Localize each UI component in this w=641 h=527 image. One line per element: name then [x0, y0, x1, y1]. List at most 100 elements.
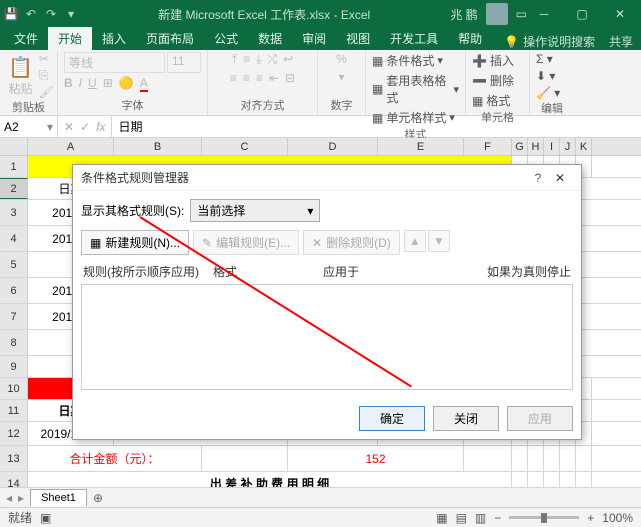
minimize-button[interactable]: ─ — [527, 3, 561, 25]
align-right-icon[interactable]: ≡ — [256, 71, 263, 85]
ok-button[interactable]: 确定 — [359, 406, 425, 431]
fx-icon[interactable]: fx — [96, 120, 105, 134]
save-icon[interactable]: 💾 — [4, 7, 18, 21]
qat-dropdown-icon[interactable]: ▾ — [64, 7, 78, 21]
tab-data[interactable]: 数据 — [248, 27, 292, 50]
number-more-icon[interactable]: ▾ — [338, 70, 344, 84]
fill-icon[interactable]: ⬇ ▾ — [536, 69, 568, 83]
indent-dec-icon[interactable]: ⇤ — [269, 71, 279, 85]
macro-record-icon[interactable]: ▣ — [40, 511, 51, 525]
italic-icon[interactable]: I — [79, 76, 82, 90]
font-color-icon[interactable]: A — [140, 76, 148, 90]
row-header[interactable]: 7 — [0, 304, 28, 329]
cell[interactable]: 合计金额（元）： — [28, 446, 202, 471]
row-header[interactable]: 11 — [0, 400, 28, 421]
rules-list[interactable] — [81, 284, 573, 390]
tab-home[interactable]: 开始 — [48, 27, 92, 50]
bold-icon[interactable]: B — [64, 76, 73, 90]
col-header-C[interactable]: C — [202, 138, 288, 155]
border-icon[interactable]: ⊞ — [103, 76, 113, 90]
select-all-corner[interactable] — [0, 138, 28, 155]
row-header[interactable]: 10 — [0, 378, 28, 399]
redo-icon[interactable]: ↷ — [44, 7, 58, 21]
delete-cells-button[interactable]: ➖删除 — [472, 72, 523, 89]
insert-cells-button[interactable]: ➕插入 — [472, 52, 523, 69]
tab-review[interactable]: 审阅 — [292, 27, 336, 50]
format-painter-icon[interactable]: 🖌 — [39, 85, 54, 99]
zoom-level[interactable]: 100% — [602, 511, 633, 525]
font-name[interactable]: 等线 — [64, 52, 165, 73]
sheet-nav-next-icon[interactable]: ▸ — [18, 491, 24, 505]
maximize-button[interactable]: ▢ — [565, 3, 599, 25]
col-header-G[interactable]: G — [512, 138, 528, 155]
font-size[interactable]: 11 — [167, 52, 201, 73]
row-header[interactable]: 4 — [0, 226, 28, 251]
col-header-J[interactable]: J — [560, 138, 576, 155]
view-normal-icon[interactable]: ▦ — [436, 511, 447, 525]
row-header[interactable]: 2 — [0, 178, 28, 199]
autosum-icon[interactable]: Σ ▾ — [536, 52, 568, 66]
zoom-in-icon[interactable]: + — [587, 511, 594, 525]
dialog-close-button[interactable]: ✕ — [547, 171, 573, 185]
col-header-K[interactable]: K — [576, 138, 592, 155]
align-top-icon[interactable]: ⤒ — [232, 52, 237, 67]
row-header[interactable]: 6 — [0, 278, 28, 303]
tab-file[interactable]: 文件 — [4, 27, 48, 50]
cell[interactable] — [202, 446, 288, 471]
confirm-icon[interactable]: ✓ — [80, 120, 90, 134]
move-up-button[interactable]: ▲ — [404, 230, 426, 252]
show-rules-select[interactable]: 当前选择▾ — [190, 199, 320, 222]
cell[interactable] — [512, 446, 528, 471]
cell[interactable] — [464, 446, 512, 471]
close-button[interactable]: ✕ — [603, 3, 637, 25]
tab-developer[interactable]: 开发工具 — [380, 27, 448, 50]
tab-insert[interactable]: 插入 — [92, 27, 136, 50]
move-down-button[interactable]: ▼ — [428, 230, 450, 252]
undo-icon[interactable]: ↶ — [24, 7, 38, 21]
new-sheet-icon[interactable]: ⊕ — [93, 491, 103, 505]
orientation-icon[interactable]: ⤭ — [267, 52, 277, 67]
col-header-F[interactable]: F — [464, 138, 512, 155]
col-header-E[interactable]: E — [378, 138, 464, 155]
cell[interactable] — [528, 446, 544, 471]
cancel-icon[interactable]: ✕ — [64, 120, 74, 134]
merge-icon[interactable]: ⊟ — [285, 71, 295, 85]
col-header-A[interactable]: A — [28, 138, 114, 155]
format-cells-button[interactable]: ▦格式 — [472, 92, 523, 109]
align-center-icon[interactable]: ≡ — [243, 71, 250, 85]
sheet-nav-prev-icon[interactable]: ◂ — [6, 491, 12, 505]
user-area[interactable]: 兆 鹏 ▭ — [450, 3, 527, 25]
row-header[interactable]: 3 — [0, 200, 28, 225]
tab-view[interactable]: 视图 — [336, 27, 380, 50]
row-header[interactable]: 13 — [0, 446, 28, 471]
format-as-table-button[interactable]: ▦套用表格格式 ▾ — [372, 72, 459, 106]
align-bottom-icon[interactable]: ⤓ — [256, 52, 261, 67]
tab-layout[interactable]: 页面布局 — [136, 27, 204, 50]
col-header-D[interactable]: D — [288, 138, 378, 155]
cell[interactable] — [544, 446, 560, 471]
close-button-dialog[interactable]: 关闭 — [433, 406, 499, 431]
row-header[interactable]: 9 — [0, 356, 28, 377]
cell[interactable] — [576, 446, 592, 471]
zoom-out-icon[interactable]: − — [494, 511, 501, 525]
formula-input[interactable]: 日期 — [112, 118, 641, 135]
new-rule-button[interactable]: ▦新建规则(N)... — [81, 230, 189, 255]
view-pagebreak-icon[interactable]: ▥ — [475, 511, 486, 525]
name-box[interactable]: A2▾ — [0, 116, 58, 137]
view-layout-icon[interactable]: ▤ — [456, 511, 467, 525]
share-button[interactable]: 共享 — [609, 33, 633, 50]
align-middle-icon[interactable]: ≡ — [243, 52, 250, 67]
clear-icon[interactable]: 🧹 ▾ — [536, 86, 568, 100]
cell[interactable] — [560, 446, 576, 471]
tab-help[interactable]: 帮助 — [448, 27, 492, 50]
col-header-B[interactable]: B — [114, 138, 202, 155]
cell[interactable]: 152 — [288, 446, 464, 471]
row-header[interactable]: 12 — [0, 422, 28, 445]
delete-rule-button[interactable]: ✕删除规则(D) — [303, 230, 400, 255]
zoom-slider[interactable] — [509, 516, 579, 519]
apply-button[interactable]: 应用 — [507, 406, 573, 431]
sheet-tab-sheet1[interactable]: Sheet1 — [30, 489, 87, 506]
underline-icon[interactable]: U — [88, 76, 97, 90]
cut-icon[interactable]: ✂ — [39, 52, 54, 66]
row-header[interactable]: 8 — [0, 330, 28, 355]
